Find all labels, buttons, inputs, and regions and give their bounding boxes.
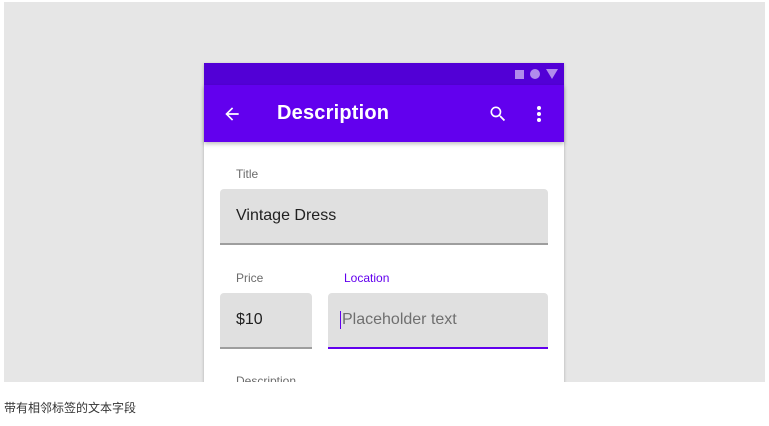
price-field[interactable]: $10 xyxy=(220,293,312,349)
phone-frame: Description Title Vintage Dress Price $1… xyxy=(204,63,564,382)
search-icon[interactable] xyxy=(488,104,508,124)
location-field[interactable]: Placeholder text xyxy=(328,293,548,349)
price-value: $10 xyxy=(236,311,263,328)
title-value: Vintage Dress xyxy=(236,207,337,224)
figure-caption: 带有相邻标签的文本字段 xyxy=(4,401,137,415)
status-bar xyxy=(204,63,564,85)
demo-stage: Description Title Vintage Dress Price $1… xyxy=(4,2,765,382)
title-field[interactable]: Vintage Dress xyxy=(220,189,548,245)
page-title: Description xyxy=(277,102,390,124)
more-vert-icon[interactable] xyxy=(534,104,544,124)
price-label: Price xyxy=(236,271,264,285)
title-label: Title xyxy=(236,167,259,181)
arrow-back-icon[interactable] xyxy=(222,104,242,124)
triangle-icon xyxy=(546,69,558,79)
location-label: Location xyxy=(344,271,390,285)
top-app-bar: Description xyxy=(204,85,564,142)
description-label: Description xyxy=(236,374,297,382)
location-placeholder: Placeholder text xyxy=(342,311,457,328)
square-icon xyxy=(515,69,524,79)
circle-icon xyxy=(530,69,540,79)
text-cursor xyxy=(340,311,341,329)
